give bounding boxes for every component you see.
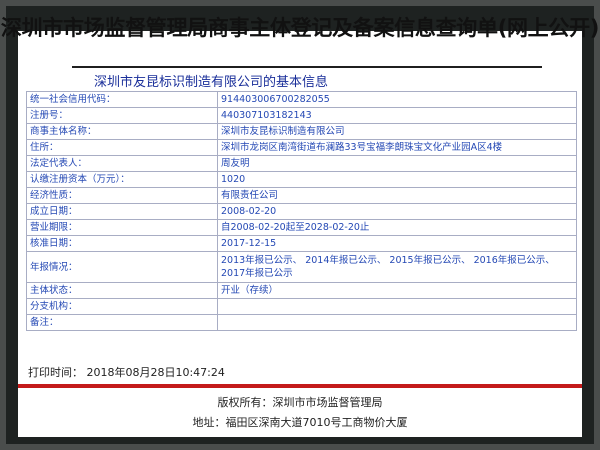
field-label: 核准日期： (26, 235, 218, 252)
page-title: 深圳市市场监督管理局商事主体登记及备案信息查询单(网上公开) (0, 16, 600, 40)
field-value: 深圳市龙岗区南湾街道布澜路33号宝福李朗珠宝文化产业园A区4楼 (217, 139, 577, 156)
field-value: 914403006700282055 (217, 91, 577, 108)
table-row: 主体状态： 开业（存续） (26, 282, 577, 299)
field-label: 主体状态： (26, 282, 218, 299)
table-row: 住所： 深圳市龙岗区南湾街道布澜路33号宝福李朗珠宝文化产业园A区4楼 (26, 139, 577, 156)
footer-address: 地址：福田区深南大道7010号工商物价大厦 (192, 416, 408, 429)
table-row: 统一社会信用代码： 914403006700282055 (26, 91, 577, 108)
field-value: 440307103182143 (217, 107, 577, 124)
footer-copyright: 版权所有：深圳市市场监督管理局 (217, 396, 383, 409)
table-row: 注册号： 440307103182143 (26, 107, 577, 124)
field-label: 注册号： (26, 107, 218, 124)
field-label: 备注： (26, 314, 218, 331)
table-row: 分支机构： (26, 298, 577, 315)
table-row: 法定代表人： 周友明 (26, 155, 577, 172)
table-row: 经济性质： 有限责任公司 (26, 187, 577, 204)
field-value: 有限责任公司 (217, 187, 577, 204)
footer-divider (18, 384, 582, 388)
title-divider (72, 66, 542, 68)
print-time: 打印时间： 2018年08月28日10:47:24 (28, 366, 225, 379)
field-value: 周友明 (217, 155, 577, 172)
table-row: 核准日期： 2017-12-15 (26, 235, 577, 252)
field-value: 开业（存续） (217, 282, 577, 299)
table-row: 年报情况： 2013年报已公示、 2014年报已公示、 2015年报已公示、 2… (26, 251, 577, 283)
field-value: 2013年报已公示、 2014年报已公示、 2015年报已公示、 2016年报已… (217, 251, 577, 283)
field-value (217, 298, 577, 315)
field-label: 营业期限： (26, 219, 218, 236)
company-subtitle: 深圳市友昆标识制造有限公司的基本信息 (94, 75, 329, 90)
field-label: 统一社会信用代码： (26, 91, 218, 108)
field-label: 分支机构： (26, 298, 218, 315)
table-row: 认缴注册资本（万元）： 1020 (26, 171, 577, 188)
table-row: 商事主体名称： 深圳市友昆标识制造有限公司 (26, 123, 577, 140)
field-value: 2008-02-20 (217, 203, 577, 220)
table-row: 成立日期： 2008-02-20 (26, 203, 577, 220)
info-table: 统一社会信用代码： 914403006700282055 注册号： 440307… (26, 91, 577, 331)
field-label: 住所： (26, 139, 218, 156)
field-label: 经济性质： (26, 187, 218, 204)
field-label: 法定代表人： (26, 155, 218, 172)
field-value: 自2008-02-20起至2028-02-20止 (217, 219, 577, 236)
table-row: 营业期限： 自2008-02-20起至2028-02-20止 (26, 219, 577, 236)
field-label: 年报情况： (26, 251, 218, 283)
field-value: 深圳市友昆标识制造有限公司 (217, 123, 577, 140)
field-value: 1020 (217, 171, 577, 188)
field-label: 商事主体名称： (26, 123, 218, 140)
table-row: 备注： (26, 314, 577, 331)
field-value: 2017-12-15 (217, 235, 577, 252)
field-value (217, 314, 577, 331)
field-label: 认缴注册资本（万元）： (26, 171, 218, 188)
field-label: 成立日期： (26, 203, 218, 220)
